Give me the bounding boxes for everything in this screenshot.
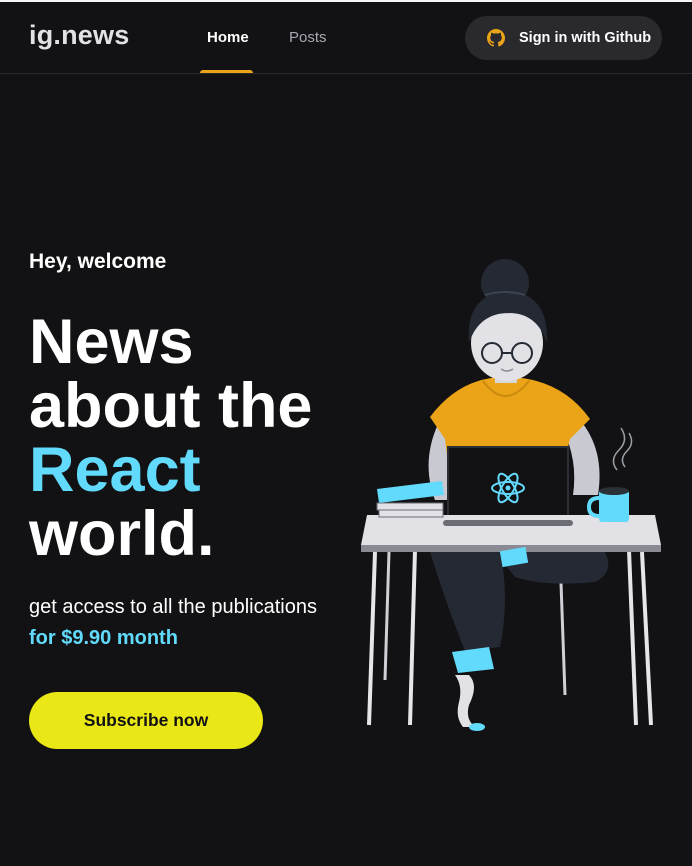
site-logo[interactable]: ig.news [29,20,129,51]
nav-home[interactable]: Home [207,29,249,46]
signin-label: Sign in with Github [519,30,652,46]
headline-line-4: world. [29,499,215,569]
hero-description: get access to all the publications [29,596,317,618]
headline-line-1: News [29,307,194,377]
nav-posts[interactable]: Posts [289,29,327,46]
signin-github-button[interactable]: Sign in with Github [465,16,662,60]
active-nav-indicator [200,70,253,73]
site-header: ig.news Home Posts Sign in with Github [0,2,692,74]
subscribe-button[interactable]: Subscribe now [29,692,263,749]
github-icon [487,29,505,47]
headline-react: React [29,435,201,505]
woman-at-laptop-illustration [361,259,661,731]
hero-headline: News about the React world. [29,310,312,566]
headline-line-2: about the [29,371,313,441]
hero-price: for $9.90 month [29,627,178,649]
greeting: Hey, welcome [29,250,167,273]
